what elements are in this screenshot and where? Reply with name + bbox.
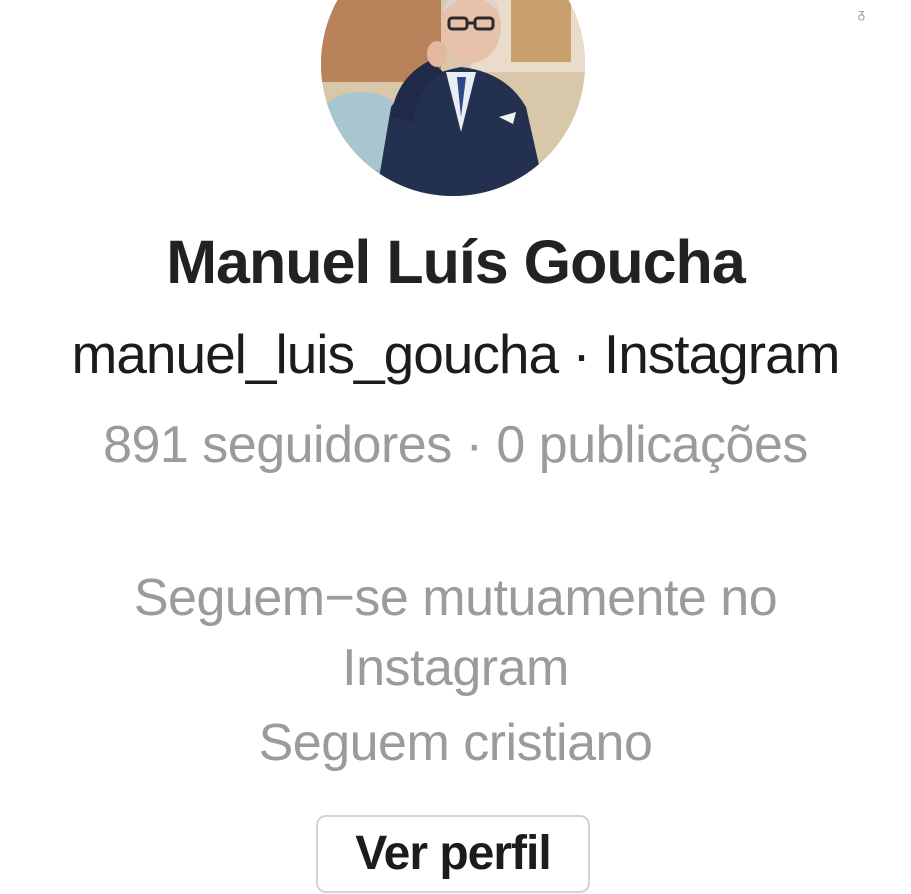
profile-handle: manuel_luis_goucha · Instagram	[71, 323, 841, 385]
avatar-photo-icon	[321, 0, 585, 196]
avatar[interactable]	[321, 0, 585, 196]
profile-stats: 891 seguidores · 0 publicações	[103, 416, 808, 474]
profile-name: Manuel Luís Goucha	[166, 228, 746, 296]
profile-card: ᵹ Manuel Luís Goucha manuel_luis_goucha …	[0, 0, 911, 894]
follows-info: Seguem cristiano	[258, 714, 653, 772]
view-profile-button[interactable]: Ver perfil	[316, 815, 590, 893]
corner-mark-icon: ᵹ	[857, 6, 865, 21]
mutual-follow-status: Seguem−se mutuamente no Instagram	[133, 569, 778, 697]
